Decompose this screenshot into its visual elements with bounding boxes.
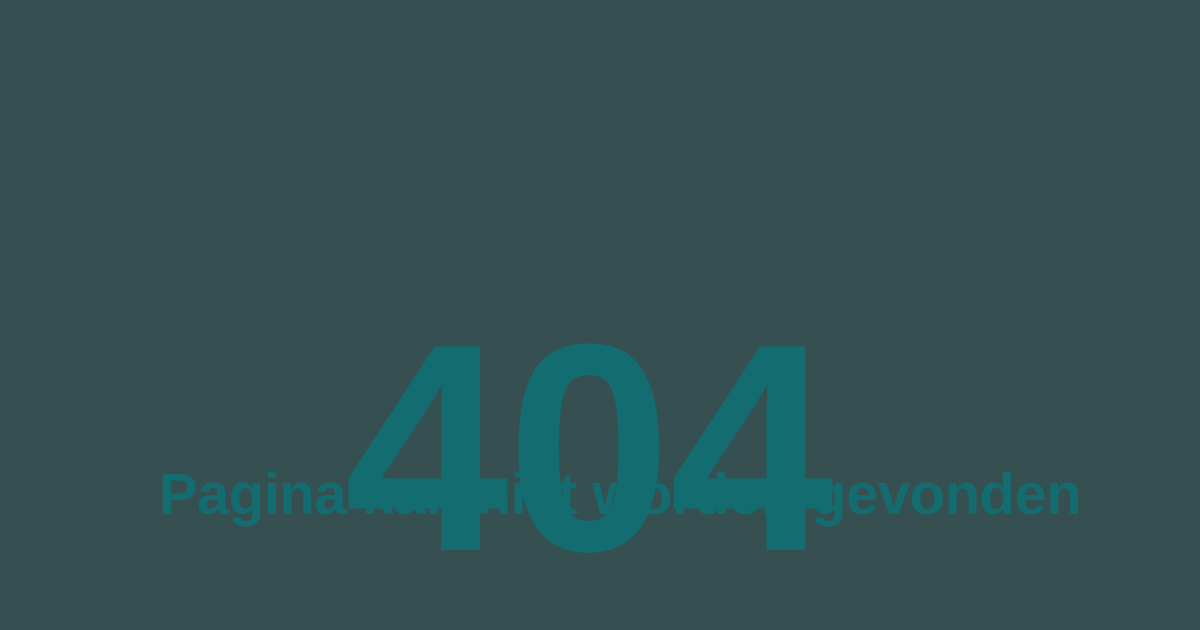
error-code: 404: [344, 282, 834, 614]
error-message: Pagina kan niet worden gevonden: [158, 462, 1082, 527]
error-page: 404 Pagina kan niet worden gevonden: [0, 0, 1200, 630]
